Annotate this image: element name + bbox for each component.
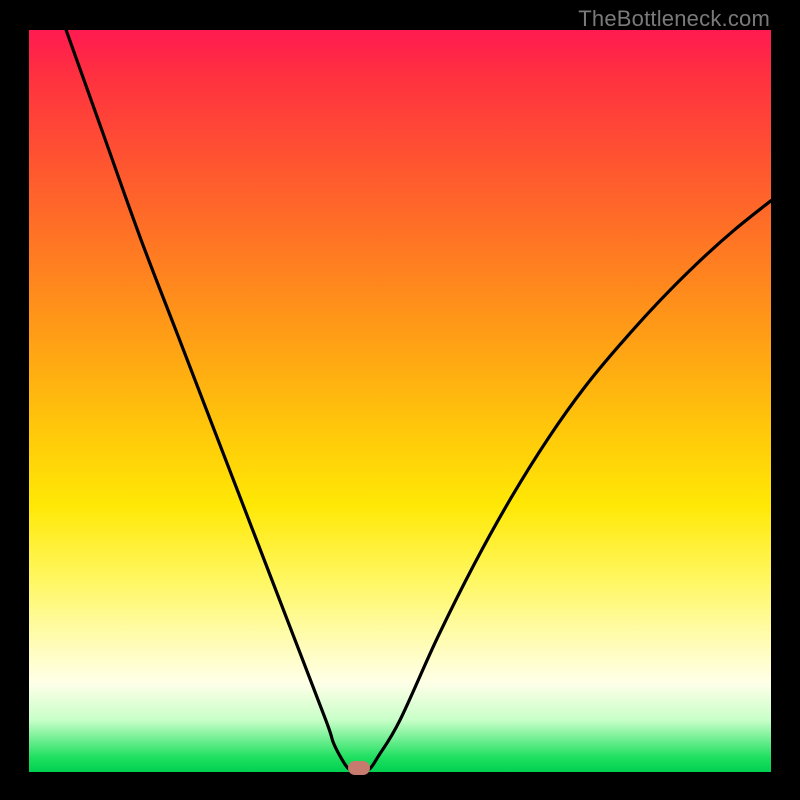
chart-frame: TheBottleneck.com bbox=[0, 0, 800, 800]
bottleneck-curve-path bbox=[66, 30, 771, 772]
curve-svg bbox=[29, 30, 771, 772]
minimum-marker bbox=[348, 761, 370, 775]
plot-area bbox=[29, 30, 771, 772]
watermark-text: TheBottleneck.com bbox=[578, 6, 770, 32]
